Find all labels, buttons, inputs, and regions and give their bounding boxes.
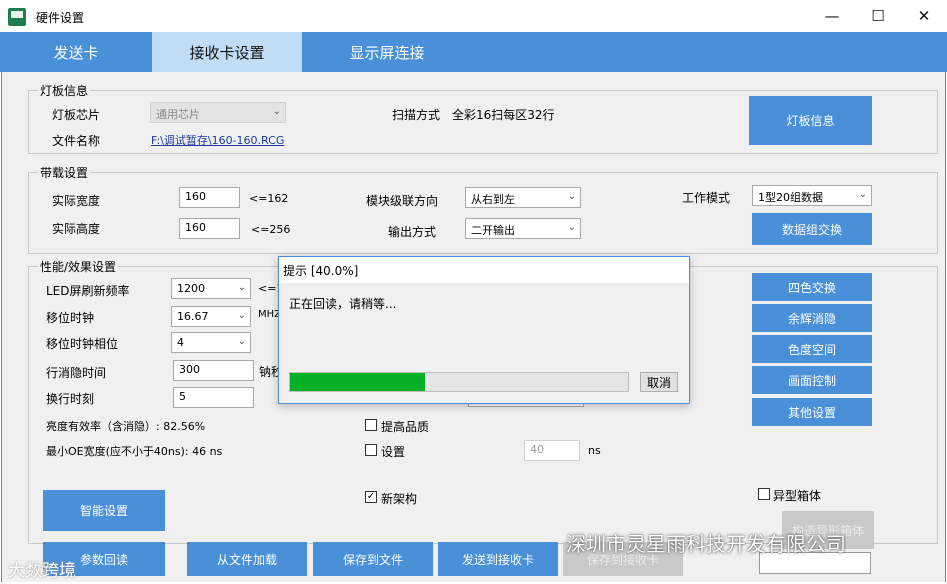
scan-value: 全彩16扫每区32行 — [452, 108, 555, 122]
four-color-swap-button[interactable]: 四色交换 — [752, 273, 872, 301]
progress-fill — [290, 373, 425, 391]
width-hint: <=162 — [249, 192, 289, 205]
line-change-label: 换行时刻 — [46, 392, 95, 406]
chevron-down-icon: ⌄ — [237, 336, 246, 347]
board-info-button[interactable]: 灯板信息 — [749, 96, 872, 145]
mode-select[interactable]: 1型20组数据 ⌄ — [752, 185, 872, 206]
new-arch-label: 新架构 — [381, 492, 418, 506]
window-title: 硬件设置 — [36, 11, 85, 25]
phase-select[interactable]: 4 ⌄ — [171, 332, 251, 353]
dialog-message: 正在回读，请稍等... — [289, 297, 397, 311]
height-hint: <=256 — [251, 223, 291, 236]
chip-value: 通用芯片 — [156, 108, 200, 121]
phase-label: 移位时钟相位 — [46, 337, 119, 351]
refresh-value: 1200 — [177, 282, 205, 295]
color-space-button[interactable]: 色度空间 — [752, 335, 872, 363]
panel-board-info-title: 灯板信息 — [38, 82, 91, 99]
send-to-card-button[interactable]: 发送到接收卡 — [438, 542, 558, 576]
odd-box-checkbox[interactable] — [758, 488, 770, 500]
app-icon — [8, 8, 26, 26]
improve-quality-checkbox[interactable] — [365, 419, 377, 431]
other-settings-button[interactable]: 其他设置 — [752, 398, 872, 426]
chevron-down-icon: ⌄ — [237, 310, 246, 321]
tab-receive-card[interactable]: 接收卡设置 — [152, 32, 302, 72]
minimize-button[interactable]: — — [809, 0, 855, 32]
setting-checkbox[interactable] — [365, 444, 377, 456]
chevron-down-icon: ⌄ — [272, 106, 281, 117]
tab-send-card[interactable]: 发送卡 — [0, 32, 152, 72]
output-value: 二开输出 — [471, 224, 515, 237]
shift-clock-select[interactable]: 16.67 ⌄ — [171, 306, 251, 327]
setting-label: 设置 — [381, 445, 406, 459]
maximize-button[interactable]: ☐ — [855, 0, 901, 32]
mode-value: 1型20组数据 — [758, 191, 823, 204]
blank-input[interactable]: 300 — [173, 360, 254, 381]
brightness-efficiency: 亮度有效率（含消隐）: 82.56% — [46, 420, 206, 433]
height-label: 实际高度 — [52, 222, 101, 236]
chip-label: 灯板芯片 — [52, 108, 101, 122]
tab-bar: 发送卡 接收卡设置 显示屏连接 — [0, 32, 947, 72]
setting-input[interactable]: 40 — [524, 440, 580, 461]
shift-clock-value: 16.67 — [177, 310, 209, 323]
scan-label: 扫描方式 — [392, 108, 441, 122]
chip-select: 通用芯片 ⌄ — [150, 102, 286, 123]
phase-value: 4 — [177, 336, 184, 349]
tab-screen-connection[interactable]: 显示屏连接 — [302, 32, 472, 72]
setting-unit: ns — [588, 444, 601, 457]
line-change-input[interactable]: 5 — [173, 387, 254, 408]
refresh-label: LED屏刷新频率 — [46, 284, 130, 298]
refresh-select[interactable]: 1200 ⌄ — [171, 278, 251, 299]
chevron-down-icon: ⌄ — [567, 222, 576, 233]
afterglow-blank-button[interactable]: 余辉消隐 — [752, 304, 872, 332]
panel-load-title: 带载设置 — [38, 164, 91, 181]
file-label: 文件名称 — [52, 134, 101, 148]
dialog-title: 提示 [40.0%] — [279, 257, 689, 283]
file-link[interactable]: F:\调试暂存\160-160.RCG — [151, 132, 284, 148]
progress-dialog: 提示 [40.0%] 正在回读，请稍等... 取消 — [278, 256, 690, 404]
cancel-button[interactable]: 取消 — [640, 372, 678, 392]
blank-label: 行消隐时间 — [46, 366, 107, 380]
new-arch-checkbox[interactable]: ✓ — [365, 491, 377, 503]
watermark-left: 大数跨境 — [8, 561, 76, 581]
shift-clock-label: 移位时钟 — [46, 311, 95, 325]
output-select[interactable]: 二开输出 ⌄ — [465, 218, 581, 239]
height-input[interactable]: 160 — [179, 218, 240, 239]
cascade-label: 模块级联方向 — [366, 194, 439, 208]
chevron-down-icon: ⌄ — [567, 191, 576, 202]
close-button[interactable]: ✕ — [901, 0, 947, 32]
odd-box-label: 异型箱体 — [773, 489, 822, 503]
min-oe-width: 最小OE宽度(应不小于40ns): 46 ns — [46, 445, 223, 458]
chevron-down-icon: ⌄ — [858, 189, 867, 200]
width-input[interactable]: 160 — [179, 187, 240, 208]
progress-bar — [289, 372, 629, 392]
width-label: 实际宽度 — [52, 194, 101, 208]
cascade-value: 从右到左 — [471, 193, 515, 206]
cascade-select[interactable]: 从右到左 ⌄ — [465, 187, 581, 208]
picture-control-button[interactable]: 画面控制 — [752, 366, 872, 394]
title-bar: 硬件设置 — ☐ ✕ — [0, 0, 947, 32]
output-label: 输出方式 — [388, 225, 437, 239]
load-from-file-button[interactable]: 从文件加载 — [187, 542, 307, 576]
improve-quality-label: 提高品质 — [381, 420, 430, 434]
watermark-right: 深圳市灵星雨科技开发有限公司 — [566, 532, 846, 556]
save-to-file-button[interactable]: 保存到文件 — [313, 542, 433, 576]
swap-groups-button[interactable]: 数据组交换 — [752, 213, 872, 245]
panel-performance-title: 性能/效果设置 — [38, 258, 119, 275]
smart-settings-button[interactable]: 智能设置 — [43, 490, 165, 531]
chevron-down-icon: ⌄ — [237, 282, 246, 293]
mode-label: 工作模式 — [682, 191, 731, 205]
